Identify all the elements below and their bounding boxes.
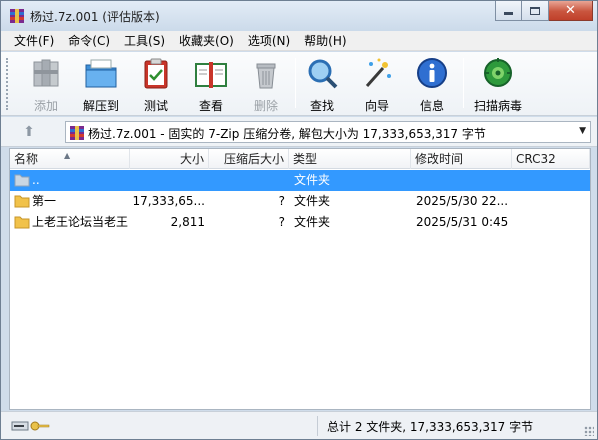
info-icon	[417, 58, 447, 88]
view-label: 查看	[198, 99, 223, 113]
extract-button[interactable]: 解压到	[75, 56, 127, 113]
table-row[interactable]: 第一 17,333,65... ? 文件夹 2025/5/30 22...	[10, 191, 590, 212]
menu-favorites[interactable]: 收藏夹(O)	[172, 31, 241, 51]
view-button[interactable]: 查看	[185, 56, 237, 113]
row-packed	[209, 170, 285, 191]
wizard-button[interactable]: 向导	[351, 56, 403, 113]
add-label: 添加	[33, 99, 58, 113]
delete-button[interactable]: 删除	[240, 56, 292, 113]
archive-icon	[70, 126, 84, 140]
test-label: 测试	[143, 99, 168, 113]
column-size-header[interactable]: 大小	[130, 149, 209, 169]
menu-options[interactable]: 选项(N)	[241, 31, 297, 51]
wizard-label: 向导	[364, 99, 389, 113]
extract-label: 解压到	[82, 99, 119, 113]
arrow-up-icon: ⬆	[23, 124, 35, 140]
virus-scan-icon	[484, 58, 512, 87]
menu-commands[interactable]: 命令(C)	[61, 31, 117, 51]
file-list[interactable]: 名称 ▲ 大小 压缩后大小 类型 修改时间 CRC32 .. 文件夹 第一 17…	[9, 148, 591, 410]
row-modified: 2025/5/31 0:45	[416, 215, 509, 229]
drive-key-icon	[11, 421, 50, 431]
scan-label: 扫描病毒	[473, 99, 522, 113]
column-packed-header[interactable]: 压缩后大小	[209, 149, 289, 169]
minimize-icon	[504, 12, 513, 15]
dropdown-arrow-icon[interactable]: ▼	[579, 126, 586, 136]
toolbar-grip[interactable]	[6, 58, 10, 110]
row-name: 第一	[32, 194, 57, 208]
info-label: 信息	[419, 99, 444, 113]
trash-icon	[256, 63, 276, 89]
row-name: ..	[32, 173, 40, 187]
list-header: 名称 ▲ 大小 压缩后大小 类型 修改时间 CRC32	[10, 149, 590, 169]
address-bar: ⬆ 杨过.7z.001 - 固实的 7-Zip 压缩分卷, 解包大小为 17,3…	[1, 117, 597, 147]
column-modified-header[interactable]: 修改时间	[411, 149, 512, 169]
row-packed: ?	[278, 215, 285, 229]
menu-tools[interactable]: 工具(S)	[117, 31, 172, 51]
row-modified	[416, 170, 512, 191]
maximize-icon	[530, 6, 540, 15]
open-book-icon	[195, 62, 227, 88]
menu-help[interactable]: 帮助(H)	[297, 31, 353, 51]
up-folder-button[interactable]: ⬆	[19, 123, 39, 141]
column-name-label: 名称	[14, 152, 39, 166]
winrar-window: 杨过.7z.001 (评估版本) ✕ 文件(F) 命令(C) 工具(S) 收藏夹…	[0, 0, 598, 440]
row-type: 文件夹	[294, 215, 331, 229]
sort-up-icon: ▲	[64, 151, 71, 160]
find-button[interactable]: 查找	[296, 56, 348, 113]
window-title: 杨过.7z.001 (评估版本)	[30, 10, 160, 24]
menu-file[interactable]: 文件(F)	[7, 31, 61, 51]
toolbar-separator	[463, 58, 464, 108]
clipboard-check-icon	[144, 58, 168, 89]
title-bar[interactable]: 杨过.7z.001 (评估版本) ✕	[1, 1, 597, 31]
row-type: 文件夹	[294, 194, 331, 208]
menu-bar: 文件(F) 命令(C) 工具(S) 收藏夹(O) 选项(N) 帮助(H)	[1, 31, 597, 51]
close-button[interactable]: ✕	[549, 1, 593, 21]
row-size: 2,811	[170, 215, 205, 229]
scan-button[interactable]: 扫描病毒	[469, 56, 527, 113]
folder-extract-icon	[85, 59, 117, 88]
status-summary: 总计 2 文件夹, 17,333,653,317 字节	[327, 420, 534, 434]
status-bar: 总计 2 文件夹, 17,333,653,317 字节	[1, 411, 597, 439]
resize-grip[interactable]	[584, 426, 594, 436]
column-type-header[interactable]: 类型	[289, 149, 411, 169]
folder-icon	[14, 195, 30, 208]
row-type: 文件夹	[294, 173, 331, 187]
delete-label: 删除	[253, 99, 278, 113]
folder-icon	[14, 216, 30, 229]
caption-buttons: ✕	[495, 1, 593, 21]
toolbar: 添加 解压到 测试 查看 删除 查找 向导 信息 扫描病毒	[1, 52, 597, 116]
status-separator	[317, 416, 318, 436]
info-button[interactable]: 信息	[406, 56, 458, 113]
table-row[interactable]: 上老王论坛当老王 2,811 ? 文件夹 2025/5/31 0:45	[10, 212, 590, 233]
row-name: 上老王论坛当老王	[32, 215, 128, 229]
address-combo[interactable]: 杨过.7z.001 - 固实的 7-Zip 压缩分卷, 解包大小为 17,333…	[65, 121, 591, 143]
column-crc-header[interactable]: CRC32	[512, 149, 590, 169]
row-packed: ?	[278, 194, 285, 208]
magnifier-icon	[308, 59, 338, 89]
maximize-button[interactable]	[522, 1, 549, 21]
magic-wand-icon	[365, 58, 391, 87]
close-icon: ✕	[565, 3, 576, 18]
winrar-icon	[10, 9, 24, 23]
find-label: 查找	[309, 99, 334, 113]
address-text: 杨过.7z.001 - 固实的 7-Zip 压缩分卷, 解包大小为 17,333…	[88, 127, 486, 141]
row-modified: 2025/5/30 22...	[416, 194, 509, 208]
minimize-button[interactable]	[495, 1, 522, 21]
column-name-header[interactable]: 名称 ▲	[10, 149, 130, 169]
row-size: 17,333,65...	[132, 194, 205, 208]
add-button[interactable]: 添加	[20, 56, 72, 113]
folder-up-icon	[14, 174, 30, 187]
test-button[interactable]: 测试	[130, 56, 182, 113]
books-icon	[33, 59, 59, 87]
table-row[interactable]: .. 文件夹	[10, 170, 590, 191]
row-size	[130, 170, 205, 191]
